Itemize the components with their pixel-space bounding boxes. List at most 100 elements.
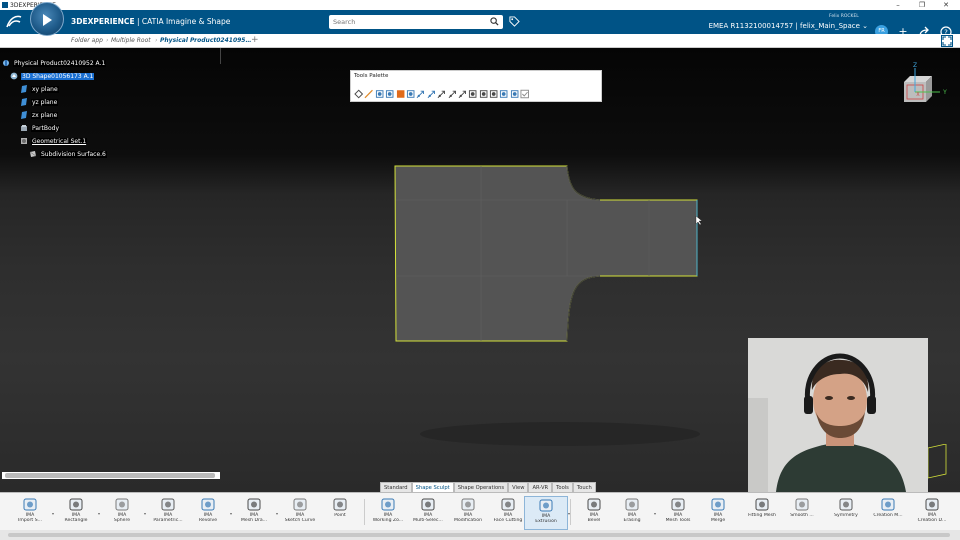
revolve-icon	[201, 498, 215, 511]
select-icon[interactable]	[510, 89, 519, 99]
tool-rectangle[interactable]: IMA Rectangle	[54, 496, 98, 530]
section-tab-shape-sculpt[interactable]: Shape Sculpt	[411, 482, 454, 492]
tool-label: Sketch Curve	[284, 518, 316, 523]
group-icon[interactable]	[406, 89, 415, 99]
tool-fitting-mesh[interactable]: Fitting Mesh	[740, 496, 784, 530]
tree-node-zx-plane[interactable]: zx plane	[20, 110, 59, 120]
scrollbar-thumb[interactable]	[8, 533, 950, 537]
tool-label: Mesh Dra...	[240, 518, 268, 523]
tool-point[interactable]: Point	[318, 496, 362, 530]
new-tab-icon[interactable]: +	[251, 35, 259, 45]
dropdown-arrow-icon[interactable]: ▾	[144, 511, 146, 516]
palette-icons	[354, 89, 600, 100]
play-icon	[43, 14, 52, 26]
section-tab-standard[interactable]: Standard	[380, 482, 412, 492]
tool-erasing[interactable]: IMA Erasing	[610, 496, 654, 530]
webcam-overlay	[748, 338, 928, 492]
dropdown-arrow-icon[interactable]: ▾	[98, 511, 100, 516]
hide-icon[interactable]	[375, 89, 384, 99]
dropdown-arrow-icon[interactable]: ▾	[654, 511, 656, 516]
tree-label: Geometrical Set.1	[31, 137, 88, 145]
search-icon[interactable]	[490, 17, 499, 26]
symmetry-icon	[839, 498, 853, 511]
tool-symmetry[interactable]: Symmetry	[824, 496, 868, 530]
breadcrumb-multiple-root[interactable]: Multiple Root	[111, 37, 151, 44]
tool-creation-d[interactable]: IMA Creation D...	[910, 496, 954, 530]
search-input[interactable]	[333, 16, 483, 28]
move-z-icon[interactable]	[458, 89, 467, 99]
tool-sketch-curve[interactable]: IMA Sketch Curve	[278, 496, 322, 530]
tool-working-zo[interactable]: IMA Working Zo...	[366, 496, 410, 530]
tree-node-partbody[interactable]: PartBody	[20, 123, 60, 133]
dropdown-arrow-icon[interactable]: ▾	[230, 511, 232, 516]
tree-label: 3D Shape01056173 A.1	[21, 72, 95, 80]
axis-x-label: X	[916, 92, 920, 98]
tree-label: Subdivision Surface.6	[40, 150, 107, 158]
tree-scrollbar[interactable]	[2, 472, 220, 479]
breadcrumb-folder-app[interactable]: Folder app	[71, 37, 103, 44]
tool-smooth[interactable]: Smooth ...	[780, 496, 824, 530]
crease-icon[interactable]	[489, 89, 498, 99]
section-tab-touch[interactable]: Touch	[572, 482, 596, 492]
move-x-icon[interactable]	[437, 89, 446, 99]
tool-label: Working Zo...	[372, 518, 404, 523]
tree-node-xy-plane[interactable]: xy plane	[20, 84, 59, 94]
tree-label: xy plane	[31, 85, 59, 93]
tool-merge[interactable]: IMA Merge	[696, 496, 740, 530]
tool-sphere[interactable]: IMA Sphere	[100, 496, 144, 530]
link-icon[interactable]	[499, 89, 508, 99]
dropdown-arrow-icon[interactable]: ▾	[276, 511, 278, 516]
sketch-curve-icon	[293, 498, 307, 511]
action-bar-scrollbar[interactable]	[0, 530, 960, 540]
tree-node-3d-shape[interactable]: 3D Shape01056173 A.1	[10, 71, 95, 81]
view-cube[interactable]: Z Y X	[896, 62, 952, 108]
tool-revolve[interactable]: IMA Revolve	[186, 496, 230, 530]
curve-icon[interactable]	[364, 89, 374, 99]
dropdown-arrow-icon[interactable]: ▾	[568, 511, 570, 516]
tools-palette[interactable]: Tools Palette	[350, 70, 602, 102]
expand-icon[interactable]	[941, 35, 953, 47]
tool-extrusion[interactable]: IMA Extrusion	[524, 496, 568, 530]
tree-node-yz-plane[interactable]: yz plane	[20, 97, 59, 107]
tree-node-geometrical-set[interactable]: Geometrical Set.1	[20, 136, 88, 146]
section-tab-tools[interactable]: Tools	[552, 482, 573, 492]
tool-modification[interactable]: IMA Modification	[446, 496, 490, 530]
tree-label: yz plane	[31, 98, 59, 106]
tool-parametric[interactable]: IMA Parametric...	[146, 496, 190, 530]
tree-node-root[interactable]: Physical Product02410952 A.1	[2, 58, 107, 68]
extrusion-icon	[539, 499, 553, 512]
search-box[interactable]	[329, 15, 503, 29]
close-icon[interactable]: ✕	[936, 0, 956, 10]
point-icon[interactable]	[354, 89, 364, 99]
tool-label: Rectangle	[64, 518, 88, 523]
tool-mesh-tools[interactable]: IMA Mesh Tools	[656, 496, 700, 530]
section-tab-shape-operations[interactable]: Shape Operations	[453, 482, 509, 492]
mesh-icon[interactable]	[385, 89, 394, 99]
color-icon[interactable]	[396, 89, 405, 99]
tool-import-s[interactable]: IMA Import S...	[8, 496, 52, 530]
tool-label: Multi-Selec...	[413, 518, 443, 523]
tree-node-subdivision-surface[interactable]: Subdivision Surface.6	[29, 149, 107, 159]
app-header: 3DEXPERIENCE | CATIA Imagine & Shape Fel…	[0, 10, 960, 38]
tool-label: Mesh Tools	[665, 518, 691, 523]
move-y-icon[interactable]	[448, 89, 457, 99]
tool-multi-selec[interactable]: IMA Multi-Selec...	[406, 496, 450, 530]
tab-active-product[interactable]: Physical Product0241095…	[160, 37, 251, 44]
tool-mesh-dra[interactable]: IMA Mesh Dra...	[232, 496, 276, 530]
scrollbar-thumb[interactable]	[5, 473, 215, 478]
compass-button[interactable]	[30, 2, 64, 36]
tag-icon[interactable]	[509, 16, 520, 27]
tenant-dropdown[interactable]: EMEA R1132100014757 | felix_Main_Space ⌄	[709, 22, 868, 30]
dropdown-arrow-icon[interactable]: ▾	[52, 511, 54, 516]
weight-icon[interactable]	[479, 89, 488, 99]
move-icon[interactable]	[416, 89, 425, 99]
restore-icon[interactable]: ❐	[912, 0, 932, 10]
minimize-icon[interactable]: –	[888, 0, 908, 10]
section-tab-view[interactable]: View	[508, 482, 529, 492]
attract-icon[interactable]	[468, 89, 477, 99]
tool-creation-m[interactable]: Creation M...	[866, 496, 910, 530]
brand-title: 3DEXPERIENCE | CATIA Imagine & Shape	[71, 17, 230, 26]
validate-icon[interactable]	[520, 89, 530, 99]
move-plane-icon[interactable]	[427, 89, 436, 99]
section-tab-ar-vr[interactable]: AR-VR	[528, 482, 553, 492]
